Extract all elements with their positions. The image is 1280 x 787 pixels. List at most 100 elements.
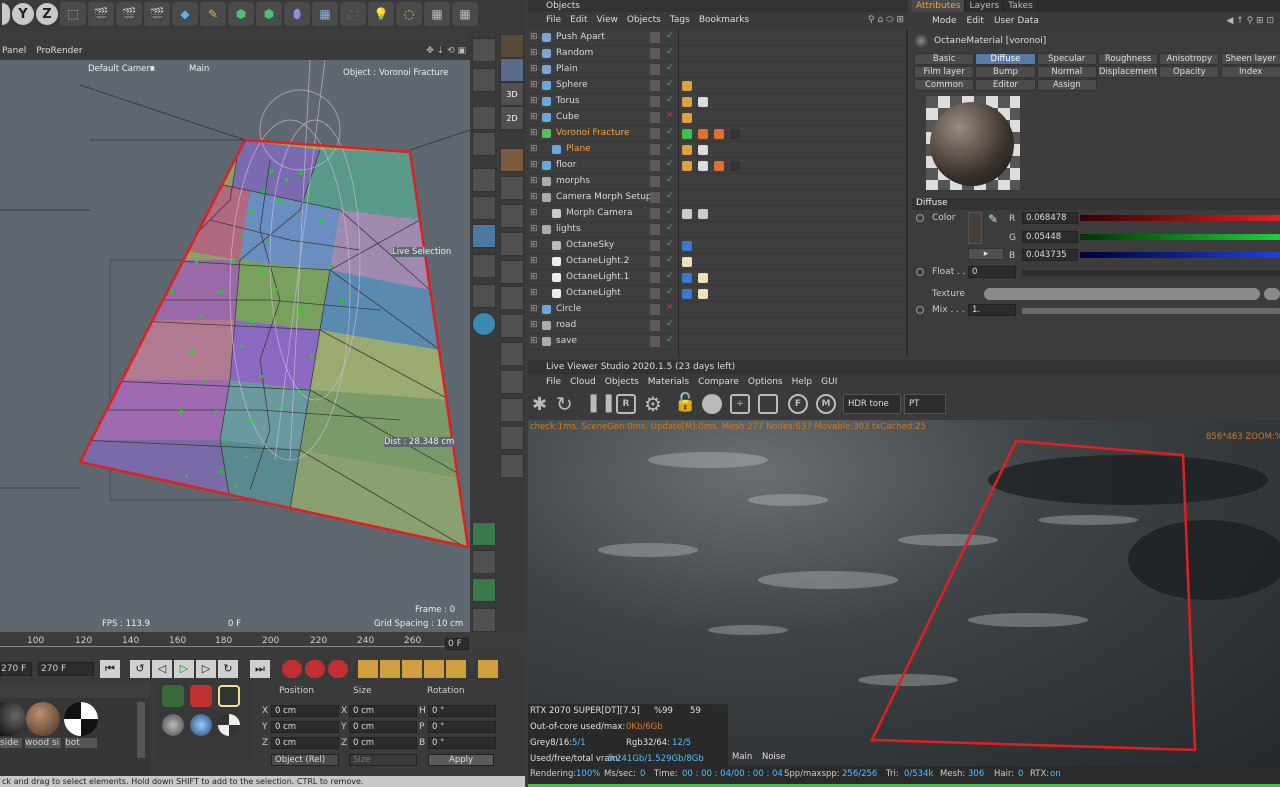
- channel-tab[interactable]: Film layer: [914, 66, 975, 78]
- rotation-key-icon[interactable]: [402, 660, 422, 678]
- pla-key-icon[interactable]: [446, 660, 466, 678]
- camera-label[interactable]: Default Camera: [88, 64, 155, 74]
- expand-icon[interactable]: ⊞: [530, 32, 538, 42]
- object-tag-icon[interactable]: [682, 113, 692, 123]
- object-row[interactable]: ⊞ OctaneLight ✓: [528, 286, 908, 302]
- object-name[interactable]: OctaneSky: [566, 240, 614, 250]
- object-tag-icon[interactable]: [698, 289, 708, 299]
- next-key-icon[interactable]: ↻: [218, 660, 238, 678]
- cube-object-icon[interactable]: ◆: [172, 2, 198, 26]
- tab-attributes[interactable]: Attributes: [912, 0, 966, 12]
- lv-menu-materials[interactable]: Materials: [648, 377, 689, 387]
- expand-icon[interactable]: ⊞: [530, 160, 538, 170]
- viewport-menu-prorender[interactable]: ProRender: [36, 46, 82, 60]
- snap-icon[interactable]: ◌: [396, 2, 422, 26]
- objects-menu-file[interactable]: File: [546, 15, 561, 25]
- expand-icon[interactable]: ⊞: [530, 48, 538, 58]
- visibility-toggle[interactable]: [650, 336, 660, 347]
- expand-icon[interactable]: ⊞: [530, 96, 538, 106]
- render-picture-viewer-icon[interactable]: 🎬: [116, 2, 142, 26]
- position-y-field[interactable]: 0 cm: [271, 721, 339, 733]
- green-value-field[interactable]: 0.05448: [1022, 231, 1078, 243]
- object-name[interactable]: OctaneLight: [566, 288, 621, 298]
- object-row[interactable]: ⊞ OctaneLight.1 ✓: [528, 270, 908, 286]
- lv-menu-cloud[interactable]: Cloud: [570, 377, 596, 387]
- expand-icon[interactable]: ⊞: [530, 112, 538, 122]
- grid-layout-icon[interactable]: [472, 608, 496, 632]
- main-take-label[interactable]: Main: [189, 64, 209, 74]
- rotation-p-field[interactable]: 0 °: [428, 721, 496, 733]
- visibility-toggle[interactable]: [650, 128, 660, 139]
- visibility-toggle[interactable]: [650, 192, 660, 203]
- material-swatch[interactable]: [26, 702, 60, 736]
- expand-icon[interactable]: ⊞: [530, 144, 538, 154]
- lv-menu-file[interactable]: File: [546, 377, 561, 387]
- enable-check-icon[interactable]: ✓: [666, 143, 674, 153]
- expand-icon[interactable]: ⊞: [530, 80, 538, 90]
- goto-start-icon[interactable]: ⏮: [100, 660, 120, 678]
- grid-icon[interactable]: ▦: [452, 2, 478, 26]
- scale-key-icon[interactable]: [380, 660, 400, 678]
- workplane-mode-icon[interactable]: [472, 168, 496, 192]
- object-tag-icon[interactable]: [682, 289, 692, 299]
- object-tag-icon[interactable]: [682, 209, 692, 219]
- search-icon[interactable]: ⚲ ⌂ ⬭ ⊞: [868, 15, 904, 25]
- enable-check-icon[interactable]: ✓: [666, 95, 674, 105]
- tone-mapping-select[interactable]: HDR tone: [843, 394, 901, 414]
- object-name[interactable]: save: [556, 336, 577, 346]
- visibility-toggle[interactable]: [650, 112, 660, 123]
- eyedropper-icon[interactable]: ✎: [988, 212, 998, 226]
- current-frame-field[interactable]: 0 F: [445, 638, 469, 650]
- enable-check-icon[interactable]: ✓: [666, 287, 674, 297]
- objects-menu-view[interactable]: View: [597, 15, 618, 25]
- channel-tab[interactable]: Bump: [975, 66, 1036, 78]
- add-region-icon[interactable]: +: [730, 394, 750, 414]
- render-view-icon[interactable]: 🎬: [88, 2, 114, 26]
- size-z-field[interactable]: 0 cm: [349, 737, 417, 749]
- texture-mode-icon[interactable]: [500, 58, 524, 82]
- position-key-icon[interactable]: [358, 660, 378, 678]
- red-value-field[interactable]: 0.068478: [1022, 212, 1078, 224]
- workplane-icon[interactable]: ▦: [424, 2, 450, 26]
- object-row[interactable]: ⊞ OctaneSky ✓: [528, 238, 908, 254]
- mix-value-field[interactable]: 1.: [968, 304, 1016, 316]
- enable-check-icon[interactable]: ✓: [666, 79, 674, 89]
- channel-tab[interactable]: Specular: [1036, 53, 1097, 65]
- visibility-toggle[interactable]: [650, 304, 660, 315]
- expand-icon[interactable]: ⊞: [530, 336, 538, 346]
- attributes-nav-icons[interactable]: ◀ ↑ ⚲ ⊞ ⊡: [1226, 16, 1274, 26]
- tab-takes[interactable]: Takes: [1004, 0, 1038, 12]
- enable-check-icon[interactable]: ✕: [666, 111, 674, 121]
- send-scene-icon[interactable]: ✱: [532, 394, 547, 415]
- timeline-window-icon[interactable]: [478, 660, 498, 678]
- object-row[interactable]: ⊞ OctaneLight.2 ✓: [528, 254, 908, 270]
- prev-key-icon[interactable]: ↺: [130, 660, 150, 678]
- enable-check-icon[interactable]: ✓: [666, 63, 674, 73]
- position-z-field[interactable]: 0 cm: [271, 737, 339, 749]
- attributes-menu-edit[interactable]: Edit: [967, 16, 984, 26]
- object-tag-icon[interactable]: [682, 241, 692, 251]
- object-row[interactable]: ⊞ Morph Camera ✓: [528, 206, 908, 222]
- blue-value-field[interactable]: 0.043735: [1022, 249, 1078, 261]
- floor-object-icon[interactable]: ▦: [312, 2, 338, 26]
- object-row[interactable]: ⊞ road ✓: [528, 318, 908, 334]
- object-row[interactable]: ⊞ Sphere ✓: [528, 78, 908, 94]
- visibility-toggle[interactable]: [650, 32, 660, 43]
- object-name[interactable]: road: [556, 320, 576, 330]
- object-row[interactable]: ⊞ save ✓: [528, 334, 908, 350]
- position-x-field[interactable]: 0 cm: [271, 705, 339, 717]
- size-x-field[interactable]: 0 cm: [349, 705, 417, 717]
- lv-menu-compare[interactable]: Compare: [698, 377, 739, 387]
- object-tag-icon[interactable]: [682, 161, 692, 171]
- enable-check-icon[interactable]: ✓: [666, 159, 674, 169]
- objects-menu-tags[interactable]: Tags: [670, 15, 690, 25]
- object-name[interactable]: morphs: [556, 176, 590, 186]
- points-mode-icon[interactable]: [472, 38, 496, 62]
- material-pick-icon[interactable]: [702, 394, 722, 414]
- axis-y-toggle[interactable]: Y: [12, 3, 34, 25]
- subdivision-icon[interactable]: ⬢: [228, 2, 254, 26]
- tab-layers[interactable]: Layers: [965, 0, 1005, 12]
- object-row[interactable]: ⊞ floor ✓: [528, 158, 908, 174]
- viewport-menu-panel[interactable]: Panel: [2, 46, 26, 60]
- frame-selected-icon[interactable]: [472, 578, 496, 602]
